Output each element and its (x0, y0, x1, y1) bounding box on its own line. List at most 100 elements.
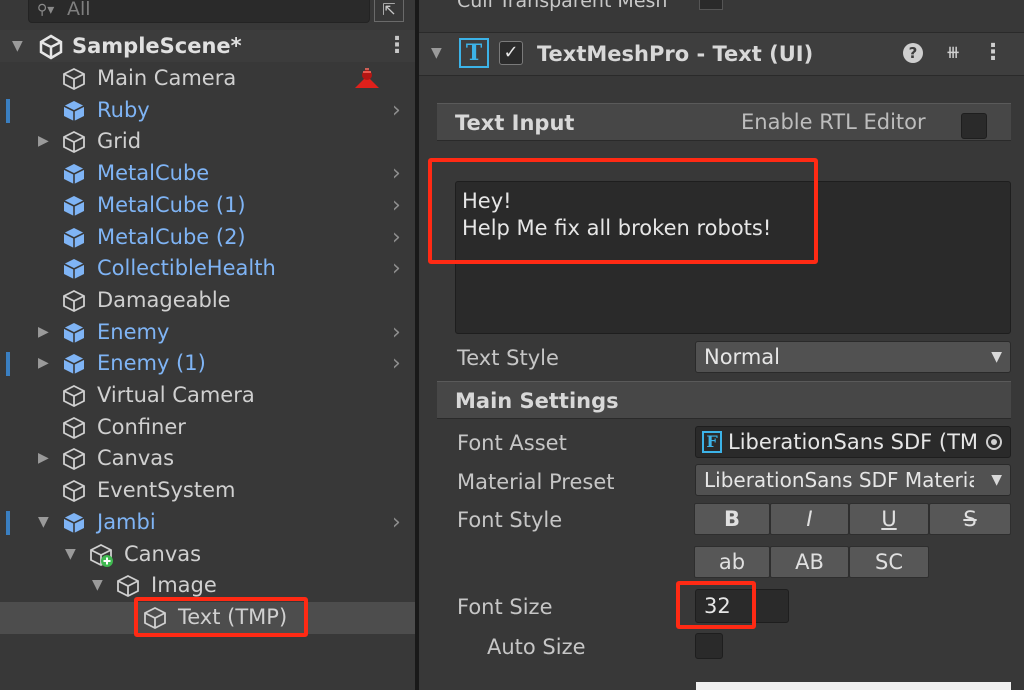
open-prefab-chevron-icon[interactable]: › (392, 192, 401, 220)
font-style-underline-button[interactable]: U (849, 503, 929, 535)
text-input-area[interactable]: Hey! Help Me fix all broken robots! (455, 181, 1011, 334)
component-fold-arrow-icon[interactable]: ▼ (431, 45, 442, 61)
font-style-strikethrough-button[interactable]: S (929, 503, 1011, 535)
object-picker-icon[interactable] (986, 434, 1002, 450)
text-input-heading: Text Input (455, 111, 575, 135)
auto-size-label: Auto Size (487, 635, 586, 659)
hierarchy-item[interactable]: MetalCube › (0, 158, 415, 190)
scene-menu-icon[interactable]: ⋮ (386, 30, 408, 62)
cinemachine-brain-icon (355, 68, 379, 88)
presets-icon[interactable]: ⧻ (941, 41, 965, 65)
text-input-section[interactable]: Text Input Enable RTL Editor (437, 103, 1011, 141)
hierarchy-item[interactable]: CollectibleHealth › (0, 253, 415, 285)
prefab-cube-icon (63, 195, 85, 216)
dropdown-caret-icon: ▼ (991, 472, 1002, 488)
cull-transparent-label: Cull Transparent Mesh (457, 0, 668, 12)
hierarchy-item[interactable]: ▼ Canvas (0, 539, 415, 571)
hierarchy-item[interactable]: ▶ Enemy › (0, 317, 415, 349)
hierarchy-item[interactable]: Main Camera (0, 63, 415, 95)
hierarchy-item[interactable]: ▼ Jambi › (0, 507, 415, 539)
material-preset-dropdown[interactable]: LiberationSans SDF Material ▼ (695, 464, 1011, 496)
hierarchy-search-input[interactable]: ⚲▾ All (28, 0, 370, 23)
fold-closed-arrow-icon[interactable]: ▶ (38, 450, 49, 466)
text-style-dropdown[interactable]: Normal ▼ (695, 341, 1011, 373)
open-prefab-chevron-icon[interactable]: › (392, 350, 401, 378)
font-asset-label: Font Asset (457, 431, 567, 455)
material-preset-label: Material Preset (457, 470, 615, 494)
open-prefab-chevron-icon[interactable]: › (392, 224, 401, 252)
prefab-cube-icon (63, 259, 85, 280)
scene-fold-arrow-icon[interactable]: ▼ (12, 38, 23, 54)
hierarchy-search-row: ⚲▾ All ⇱ (0, 0, 415, 28)
font-size-value: 32 (704, 594, 731, 618)
fold-closed-arrow-icon[interactable]: ▶ (38, 133, 49, 149)
hierarchy-item[interactable]: ▼ Image (0, 570, 415, 602)
hierarchy-item[interactable]: Virtual Camera (0, 380, 415, 412)
hierarchy-item[interactable]: Ruby › (0, 95, 415, 127)
font-style-lowercase-button[interactable]: ab (694, 546, 770, 578)
help-icon[interactable]: ? (903, 43, 923, 63)
fold-closed-arrow-icon[interactable]: ▶ (38, 355, 49, 371)
font-style-label: Font Style (457, 508, 563, 532)
text-line-2: Help Me fix all broken robots! (462, 216, 772, 240)
prefab-cube-icon (63, 100, 85, 121)
gameobject-cube-icon (144, 606, 166, 629)
gameobject-cube-icon (63, 67, 85, 91)
hierarchy-item[interactable]: ▶ Canvas (0, 443, 415, 475)
hierarchy-item[interactable]: ▶ Grid (0, 126, 415, 158)
fold-closed-arrow-icon[interactable]: ▶ (38, 324, 49, 340)
textmeshpro-icon: T (459, 38, 489, 68)
text-style-value: Normal (704, 345, 780, 369)
open-prefab-chevron-icon[interactable]: › (392, 255, 401, 283)
rtl-editor-checkbox[interactable] (961, 113, 987, 139)
hierarchy-item[interactable]: Damageable (0, 285, 415, 317)
font-style-bold-button[interactable]: B (694, 503, 770, 535)
hierarchy-item-label: Grid (97, 129, 142, 154)
font-style-italic-button[interactable]: I (770, 503, 849, 535)
fold-open-arrow-icon[interactable]: ▼ (38, 514, 49, 530)
font-asset-field[interactable]: F LiberationSans SDF (TMP_Font Asset) (695, 426, 1011, 458)
open-prefab-chevron-icon[interactable]: › (392, 97, 401, 125)
scene-header[interactable]: ▼ SampleScene* ⋮ (0, 30, 415, 62)
gameobject-cube-icon (63, 416, 85, 439)
cull-transparent-checkbox[interactable] (699, 0, 723, 10)
hierarchy-item-label: MetalCube (2) (97, 224, 246, 249)
font-asset-value: LiberationSans SDF (TMP_Font Asset) (728, 430, 976, 454)
component-enabled-checkbox[interactable]: ✓ (499, 41, 523, 65)
auto-size-checkbox[interactable] (695, 633, 723, 659)
gameobject-cube-icon (63, 480, 85, 503)
font-asset-icon: F (702, 431, 722, 453)
font-style-smallcaps-button[interactable]: SC (849, 546, 929, 578)
search-placeholder: All (67, 0, 91, 20)
hierarchy-item[interactable]: MetalCube (1) › (0, 190, 415, 222)
open-prefab-chevron-icon[interactable]: › (392, 319, 401, 347)
search-icon: ⚲▾ (37, 2, 55, 18)
font-size-input[interactable]: 32 (695, 589, 789, 623)
open-prefab-chevron-icon[interactable]: › (392, 509, 401, 537)
main-settings-section[interactable]: Main Settings (437, 381, 1011, 419)
component-header[interactable]: ▼ T ✓ TextMeshPro - Text (UI) ? ⧻ ⋮ (419, 32, 1024, 76)
open-scene-icon[interactable]: ⇱ (374, 0, 404, 22)
hierarchy-panel: ⚲▾ All ⇱ ▼ SampleScene* ⋮ Main Camera Rub… (0, 0, 415, 690)
hierarchy-item[interactable]: EventSystem (0, 475, 415, 507)
hierarchy-item-label: MetalCube (97, 161, 210, 186)
component-title: TextMeshPro - Text (UI) (537, 42, 814, 66)
hierarchy-item[interactable]: MetalCube (2) › (0, 222, 415, 254)
fold-open-arrow-icon[interactable]: ▼ (92, 577, 103, 593)
fold-open-arrow-icon[interactable]: ▼ (65, 546, 76, 562)
hierarchy-item[interactable]: Text (TMP) (0, 601, 415, 634)
hierarchy-item-label: Ruby (97, 97, 150, 122)
open-prefab-chevron-icon[interactable]: › (392, 160, 401, 188)
inspector-panel: Cull Transparent Mesh ▼ T ✓ TextMeshPro … (419, 0, 1024, 690)
hierarchy-item-label: Confiner (97, 414, 186, 439)
hierarchy-item-label: Enemy (97, 319, 170, 344)
prefab-cube-icon (63, 227, 85, 248)
hierarchy-item[interactable]: Confiner (0, 412, 415, 444)
hierarchy-item[interactable]: ▶ Enemy (1) › (0, 348, 415, 380)
unity-logo-icon (39, 34, 63, 60)
font-style-uppercase-button[interactable]: AB (770, 546, 849, 578)
hierarchy-item-label: Damageable (97, 287, 231, 312)
component-menu-icon[interactable]: ⋮ (981, 41, 1005, 65)
hierarchy-item-label: Text (TMP) (178, 604, 288, 629)
hierarchy-item-label: Canvas (124, 541, 202, 566)
